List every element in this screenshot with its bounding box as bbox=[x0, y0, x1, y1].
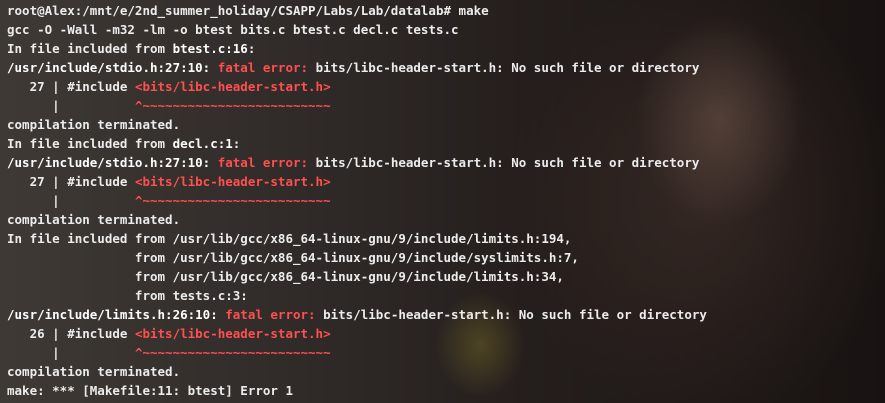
terminal-line: | ^~~~~~~~~~~~~~~~~~~~~~~~~~ bbox=[7, 343, 885, 362]
terminal-text: compilation terminated. bbox=[7, 364, 181, 379]
terminal-output: root@Alex:/mnt/e/2nd_summer_holiday/CSAP… bbox=[0, 0, 885, 400]
terminal-text: root@Alex:/mnt/e/2nd_summer_holiday/CSAP… bbox=[7, 3, 489, 18]
terminal-text: compilation terminated. bbox=[7, 212, 181, 227]
terminal-text: In file included from bbox=[7, 41, 173, 56]
terminal-text: fatal error: bbox=[225, 307, 324, 322]
terminal-text: ^~~~~~~~~~~~~~~~~~~~~~~~~~ bbox=[134, 345, 331, 360]
terminal-line: make: *** [Makefile:11: btest] Error 1 bbox=[7, 381, 885, 400]
terminal-text: 26 | #include bbox=[7, 326, 135, 341]
terminal-text: <bits/libc-header-start.h> bbox=[134, 79, 331, 94]
terminal-text: 27 | #include bbox=[7, 174, 135, 189]
terminal-text: bits/libc-header-start.h: No such file o… bbox=[323, 307, 707, 322]
terminal-line: from tests.c:3: bbox=[7, 286, 885, 305]
terminal-text: from tests.c:3: bbox=[7, 288, 248, 303]
terminal-text: /usr/include/stdio.h:27:10: bbox=[7, 60, 218, 75]
terminal-text: 27 | #include bbox=[7, 79, 135, 94]
terminal-text: : bbox=[232, 136, 241, 151]
terminal-line: from /usr/lib/gcc/x86_64-linux-gnu/9/inc… bbox=[7, 248, 885, 267]
terminal-line: | ^~~~~~~~~~~~~~~~~~~~~~~~~~ bbox=[7, 191, 885, 210]
terminal-line: /usr/include/limits.h:26:10: fatal error… bbox=[7, 305, 885, 324]
terminal-line: In file included from btest.c:16: bbox=[7, 39, 885, 58]
terminal-text: fatal error: bbox=[217, 155, 316, 170]
terminal-text: from /usr/lib/gcc/x86_64-linux-gnu/9/inc… bbox=[7, 269, 564, 284]
terminal-text: | bbox=[7, 98, 135, 113]
terminal-text: decl.c:1 bbox=[172, 136, 233, 151]
terminal-line: from /usr/lib/gcc/x86_64-linux-gnu/9/inc… bbox=[7, 267, 885, 286]
terminal-text: ^~~~~~~~~~~~~~~~~~~~~~~~~~ bbox=[134, 193, 331, 208]
terminal-text: ^~~~~~~~~~~~~~~~~~~~~~~~~~ bbox=[134, 98, 331, 113]
terminal-line: /usr/include/stdio.h:27:10: fatal error:… bbox=[7, 58, 885, 77]
terminal-text: | bbox=[7, 193, 135, 208]
terminal-text: : bbox=[247, 41, 256, 56]
terminal-text: In file included from /usr/lib/gcc/x86_6… bbox=[7, 231, 572, 246]
terminal-text: make: *** [Makefile:11: btest] Error 1 bbox=[7, 383, 293, 398]
terminal-text: /usr/include/limits.h:26:10: bbox=[7, 307, 226, 322]
terminal-text: compilation terminated. bbox=[7, 117, 181, 132]
terminal-text: btest.c:16 bbox=[172, 41, 248, 56]
terminal-line: root@Alex:/mnt/e/2nd_summer_holiday/CSAP… bbox=[7, 1, 885, 20]
terminal-line: compilation terminated. bbox=[7, 210, 885, 229]
terminal-text: | bbox=[7, 345, 135, 360]
terminal-text: <bits/libc-header-start.h> bbox=[134, 326, 331, 341]
terminal-line: gcc -O -Wall -m32 -lm -o btest bits.c bt… bbox=[7, 20, 885, 39]
terminal-line: /usr/include/stdio.h:27:10: fatal error:… bbox=[7, 153, 885, 172]
terminal-text: fatal error: bbox=[217, 60, 316, 75]
terminal-text: /usr/include/stdio.h:27:10: bbox=[7, 155, 218, 170]
terminal-line: compilation terminated. bbox=[7, 115, 885, 134]
terminal-line: compilation terminated. bbox=[7, 362, 885, 381]
terminal-text: bits/libc-header-start.h: No such file o… bbox=[315, 155, 700, 170]
terminal-line: In file included from /usr/lib/gcc/x86_6… bbox=[7, 229, 885, 248]
terminal-text: <bits/libc-header-start.h> bbox=[134, 174, 331, 189]
terminal-line: | ^~~~~~~~~~~~~~~~~~~~~~~~~~ bbox=[7, 96, 885, 115]
terminal-text: bits/libc-header-start.h: No such file o… bbox=[315, 60, 700, 75]
terminal-line: 27 | #include <bits/libc-header-start.h> bbox=[7, 172, 885, 191]
terminal-line: In file included from decl.c:1: bbox=[7, 134, 885, 153]
terminal-line: 27 | #include <bits/libc-header-start.h> bbox=[7, 77, 885, 96]
terminal-text: gcc -O -Wall -m32 -lm -o btest bits.c bt… bbox=[7, 22, 459, 37]
terminal-text: In file included from bbox=[7, 136, 173, 151]
terminal-line: 26 | #include <bits/libc-header-start.h> bbox=[7, 324, 885, 343]
terminal-window[interactable]: root@Alex:/mnt/e/2nd_summer_holiday/CSAP… bbox=[0, 0, 885, 403]
terminal-text: from /usr/lib/gcc/x86_64-linux-gnu/9/inc… bbox=[7, 250, 579, 265]
